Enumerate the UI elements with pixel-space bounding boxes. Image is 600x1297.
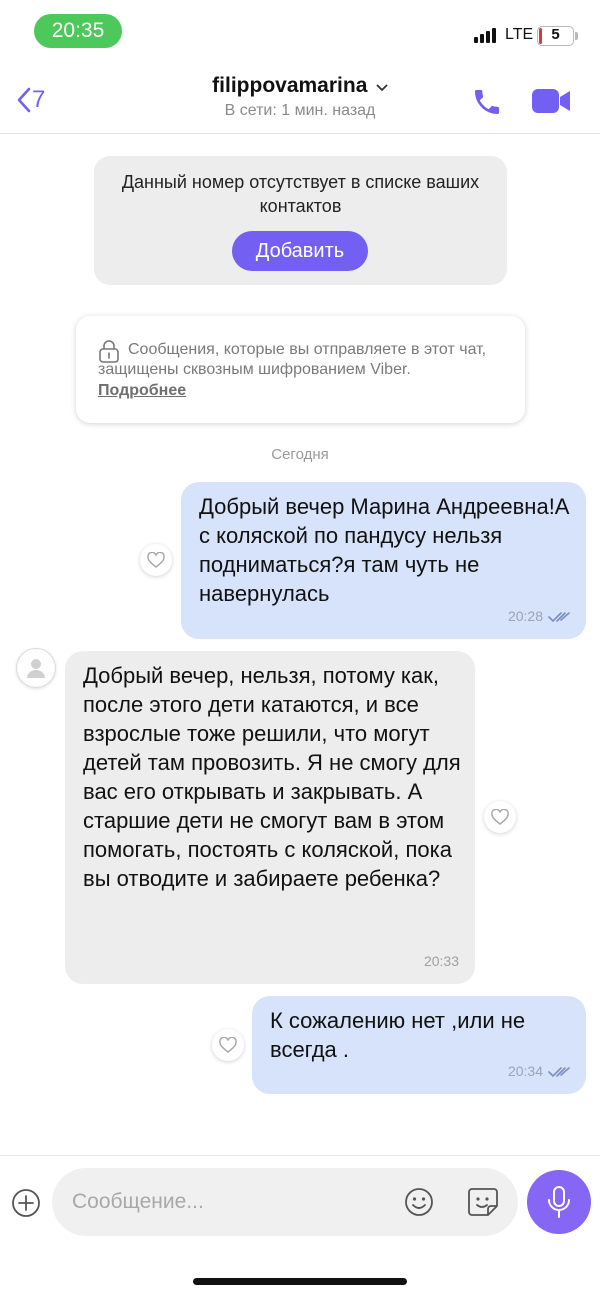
like-button[interactable]	[484, 801, 516, 833]
chevron-down-icon	[376, 84, 388, 92]
double-check-icon	[548, 1066, 570, 1077]
sticker-icon	[468, 1188, 498, 1216]
message-text: Добрый вечер, нельзя, потому как, после …	[83, 663, 461, 891]
message-input[interactable]	[72, 1186, 392, 1218]
message-bubble-incoming[interactable]: Добрый вечер, нельзя, потому как, после …	[65, 651, 475, 984]
battery-cap	[575, 32, 578, 40]
message-meta: 20:34	[508, 1057, 572, 1086]
contact-title[interactable]: filippovamarina В сети: 1 мин. назад	[0, 74, 600, 120]
message-meta: 20:28	[508, 602, 572, 631]
unknown-contact-text: Данный номер отсутствует в списке ваших …	[121, 172, 480, 216]
message-composer	[52, 1168, 518, 1236]
heart-icon	[219, 1037, 237, 1053]
encryption-text: Сообщения, которые вы отправляете в этот…	[98, 341, 487, 378]
microphone-icon	[548, 1186, 570, 1218]
message-bubble-outgoing[interactable]: К сожалению нет ,или не всегда . 20:34	[252, 996, 586, 1094]
status-time[interactable]: 20:35	[34, 14, 122, 48]
day-separator: Сегодня	[271, 446, 329, 463]
message-time: 20:34	[507, 1063, 543, 1079]
message-meta: 20:33	[424, 947, 459, 976]
message-text: К сожалению нет ,или не всегда .	[270, 1008, 526, 1062]
voice-message-button[interactable]	[527, 1170, 591, 1234]
double-check-icon	[548, 611, 570, 622]
attach-button[interactable]	[11, 1188, 41, 1223]
sticker-button[interactable]	[466, 1186, 500, 1223]
home-indicator[interactable]	[193, 1278, 407, 1285]
status-bar: 20:35 LTE 5	[0, 0, 600, 62]
like-button[interactable]	[140, 544, 172, 576]
emoji-icon	[405, 1188, 433, 1216]
encryption-notice: Сообщения, которые вы отправляете в этот…	[76, 316, 525, 423]
contact-avatar[interactable]	[16, 648, 56, 688]
video-camera-icon	[532, 89, 570, 113]
contact-name: filippovamarina	[212, 74, 368, 97]
phone-icon	[475, 90, 499, 114]
signal-strength-icon	[474, 27, 496, 43]
call-button[interactable]	[471, 86, 503, 123]
unknown-contact-card: Данный номер отсутствует в списке ваших …	[94, 156, 507, 285]
composer-divider	[0, 1155, 600, 1156]
battery-level: 5	[551, 26, 560, 43]
video-call-button[interactable]	[531, 88, 571, 119]
plus-icon	[12, 1189, 40, 1217]
heart-icon	[491, 809, 509, 825]
like-button[interactable]	[212, 1029, 244, 1061]
add-contact-button[interactable]: Добавить	[232, 231, 368, 271]
heart-icon	[147, 552, 165, 568]
more-link[interactable]: Подробнее	[98, 382, 186, 400]
message-text: Добрый вечер Марина Андреевна!А с коляск…	[199, 494, 570, 606]
emoji-button[interactable]	[403, 1186, 435, 1223]
avatar-placeholder-icon	[27, 659, 45, 678]
chat-header: 7 filippovamarina В сети: 1 мин. назад	[0, 62, 600, 134]
battery-icon: 5	[537, 26, 574, 46]
message-bubble-outgoing[interactable]: Добрый вечер Марина Андреевна!А с коляск…	[181, 482, 586, 639]
message-time: 20:33	[423, 953, 459, 969]
message-time: 20:28	[507, 608, 543, 624]
network-type: LTE	[505, 26, 534, 43]
presence-status: В сети: 1 мин. назад	[224, 102, 376, 119]
